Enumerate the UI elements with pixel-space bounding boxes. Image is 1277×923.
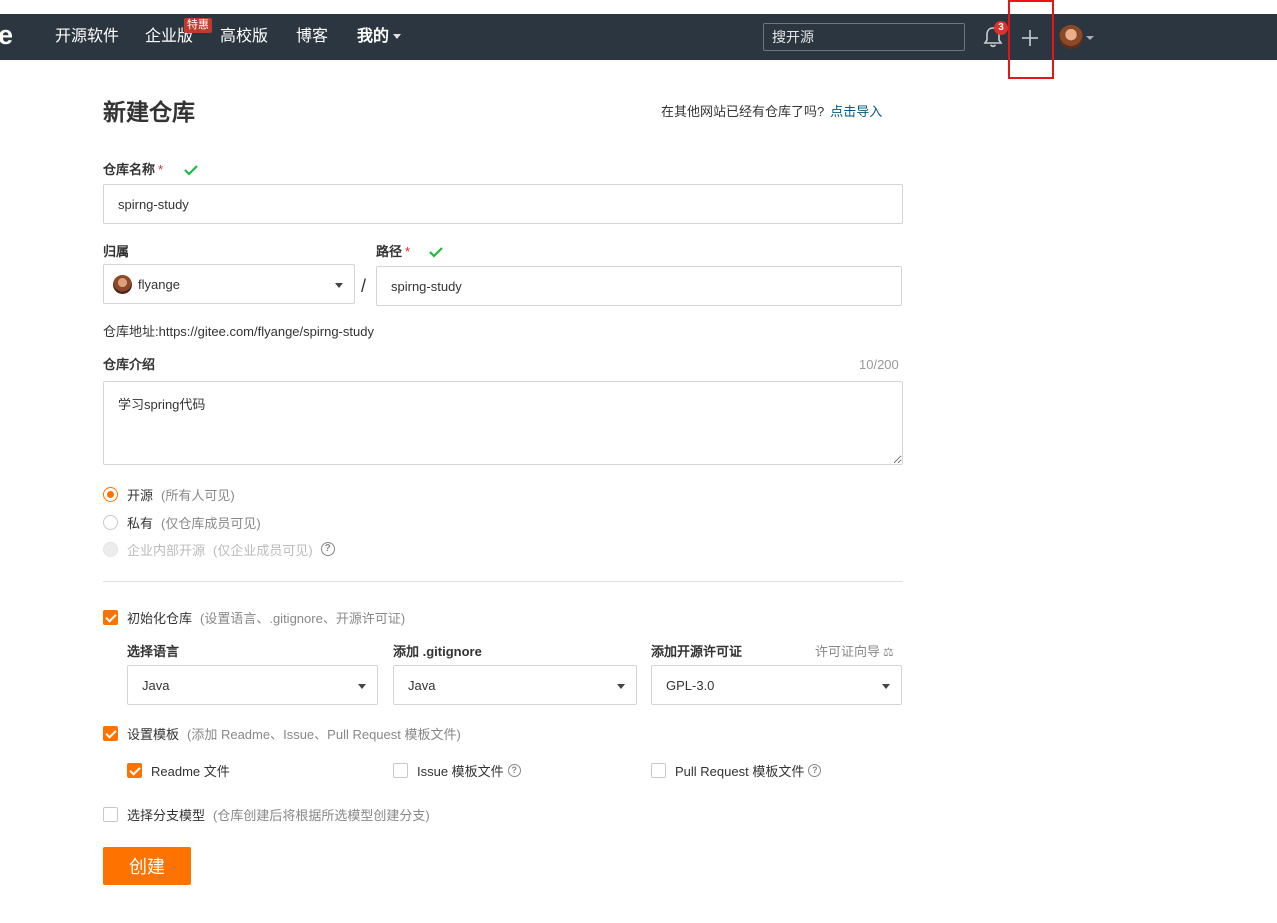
path-separator: / xyxy=(361,276,367,296)
path-label: 路径 * xyxy=(376,244,410,260)
repo-address-label: 仓库地址: xyxy=(103,324,159,339)
branch-model-hint: (仓库创建后将根据所选模型创建分支) xyxy=(213,807,430,823)
required-mark: * xyxy=(158,162,164,177)
scale-icon: ⚖ xyxy=(883,645,894,659)
intro-label: 仓库介绍 xyxy=(103,357,156,372)
init-repo-checkbox[interactable] xyxy=(103,609,118,625)
visibility-private-option[interactable]: 私有 (仅仓库成员可见) xyxy=(103,513,261,531)
license-guide-link[interactable]: 许可证向导 ⚖ xyxy=(815,644,894,660)
init-repo-hint: (设置语言、.gitignore、开源许可证) xyxy=(200,610,406,626)
issue-template-label: Issue 模板文件 xyxy=(417,763,504,779)
promo-badge: 特惠 xyxy=(184,18,212,33)
import-hint: 在其他网站已经有仓库了吗? 点击导入 xyxy=(661,104,882,120)
chevron-down-icon xyxy=(393,34,402,40)
radio-private[interactable] xyxy=(103,514,118,530)
required-mark: * xyxy=(405,244,411,259)
pr-template-option[interactable]: Pull Request 模板文件 ? xyxy=(651,761,822,779)
chevron-down-icon xyxy=(882,684,890,689)
chevron-down-icon xyxy=(335,283,343,288)
create-button[interactable]: 创建 xyxy=(103,847,191,885)
template-checkbox[interactable] xyxy=(103,725,118,741)
license-value: GPL-3.0 xyxy=(666,678,715,693)
language-value: Java xyxy=(142,678,170,693)
template-label: 设置模板 xyxy=(127,726,180,742)
init-repo-option[interactable]: 初始化仓库 (设置语言、.gitignore、开源许可证) xyxy=(103,608,405,626)
template-option[interactable]: 设置模板 (添加 Readme、Issue、Pull Request 模板文件) xyxy=(103,724,461,742)
issue-template-option[interactable]: Issue 模板文件 ? xyxy=(393,761,521,779)
nav-education[interactable]: 高校版 xyxy=(220,27,268,47)
owner-label: 归属 xyxy=(103,244,130,259)
radio-public[interactable] xyxy=(103,486,118,502)
section-divider xyxy=(103,581,903,582)
import-link[interactable]: 点击导入 xyxy=(830,104,882,119)
path-label-text: 路径 xyxy=(376,244,403,259)
notification-count-badge: 3 xyxy=(994,21,1008,35)
visibility-internal-hint: (仅企业成员可见) xyxy=(213,542,313,558)
repo-name-label: 仓库名称 * xyxy=(103,162,163,178)
top-navbar: e 开源软件 企业版 特惠 高校版 博客 我的 3 xyxy=(0,14,1277,60)
nav-blog[interactable]: 博客 xyxy=(296,27,328,47)
language-select[interactable]: Java xyxy=(127,665,378,705)
gitignore-value: Java xyxy=(408,678,436,693)
readme-checkbox[interactable] xyxy=(127,762,142,778)
radio-internal xyxy=(103,541,118,557)
init-repo-label: 初始化仓库 xyxy=(127,610,193,626)
question-circle-icon[interactable]: ? xyxy=(507,763,521,777)
owner-avatar xyxy=(113,275,132,294)
plus-icon[interactable] xyxy=(1018,26,1042,50)
license-label: 添加开源许可证 xyxy=(651,644,743,659)
check-icon xyxy=(429,247,443,258)
check-icon xyxy=(184,165,198,176)
readme-label: Readme 文件 xyxy=(151,763,230,779)
repo-name-input[interactable] xyxy=(103,184,903,224)
gitee-logo[interactable]: e xyxy=(0,20,13,50)
gitignore-label: 添加 .gitignore xyxy=(393,644,482,659)
visibility-public-hint: (所有人可见) xyxy=(161,487,235,503)
branch-model-checkbox[interactable] xyxy=(103,806,118,822)
nav-open-source[interactable]: 开源软件 xyxy=(55,27,119,47)
visibility-internal-option: 企业内部开源 (仅企业成员可见) ? xyxy=(103,540,335,558)
repo-name-label-text: 仓库名称 xyxy=(103,162,156,177)
issue-template-checkbox[interactable] xyxy=(393,762,408,778)
visibility-public-option[interactable]: 开源 (所有人可见) xyxy=(103,485,235,503)
license-guide-text: 许可证向导 xyxy=(815,644,881,659)
branch-model-option[interactable]: 选择分支模型 (仓库创建后将根据所选模型创建分支) xyxy=(103,805,430,823)
visibility-public-label: 开源 xyxy=(127,487,154,503)
language-label: 选择语言 xyxy=(127,644,180,659)
intro-char-counter: 10/200 xyxy=(859,357,899,372)
visibility-internal-label: 企业内部开源 xyxy=(127,542,206,558)
chevron-down-icon xyxy=(617,684,625,689)
nav-mine-dropdown[interactable]: 我的 xyxy=(357,27,402,47)
intro-textarea[interactable]: 学习spring代码 xyxy=(103,381,903,465)
path-input[interactable] xyxy=(376,266,902,306)
chevron-down-icon[interactable] xyxy=(1086,36,1094,40)
readme-option[interactable]: Readme 文件 xyxy=(127,761,230,779)
user-avatar[interactable] xyxy=(1059,25,1083,49)
visibility-private-hint: (仅仓库成员可见) xyxy=(161,515,261,531)
question-circle-icon[interactable]: ? xyxy=(320,542,335,556)
pr-template-label: Pull Request 模板文件 xyxy=(675,763,805,779)
page-title: 新建仓库 xyxy=(103,99,195,125)
visibility-private-label: 私有 xyxy=(127,515,154,531)
chevron-down-icon xyxy=(358,684,366,689)
owner-select[interactable]: flyange xyxy=(103,264,355,304)
license-select[interactable]: GPL-3.0 xyxy=(651,665,902,705)
search-input[interactable] xyxy=(763,23,965,51)
repo-address-value: https://gitee.com/flyange/spirng-study xyxy=(158,324,374,339)
gitignore-select[interactable]: Java xyxy=(393,665,637,705)
pr-template-checkbox[interactable] xyxy=(651,762,666,778)
question-circle-icon[interactable]: ? xyxy=(808,763,822,777)
repo-address: 仓库地址:https://gitee.com/flyange/spirng-st… xyxy=(103,324,374,340)
nav-mine-label: 我的 xyxy=(357,28,390,45)
owner-value: flyange xyxy=(138,277,180,292)
branch-model-label: 选择分支模型 xyxy=(127,807,206,823)
template-hint: (添加 Readme、Issue、Pull Request 模板文件) xyxy=(187,726,461,742)
import-question: 在其他网站已经有仓库了吗? xyxy=(661,104,825,119)
